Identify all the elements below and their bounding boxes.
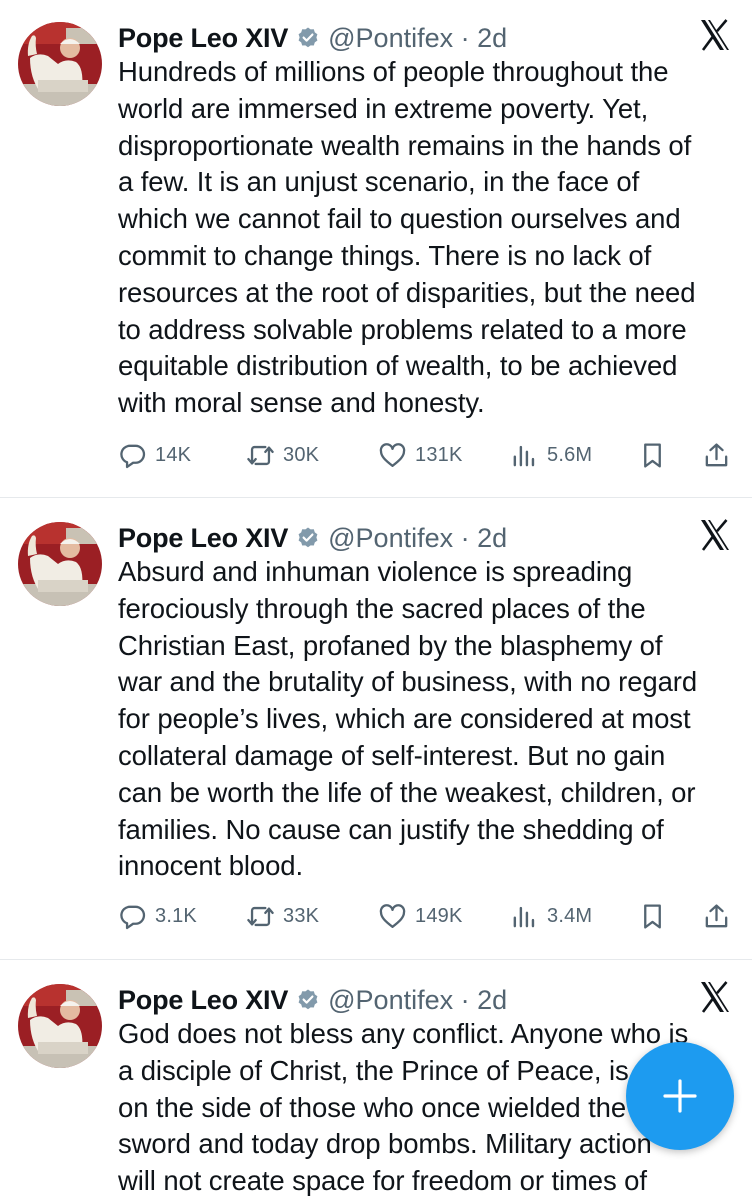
views-icon bbox=[513, 906, 535, 927]
author-name[interactable]: Pope Leo XIV bbox=[118, 23, 288, 54]
repost-icon bbox=[247, 906, 274, 926]
tweet-actions: 14K 30K 131K 5.6M bbox=[118, 437, 738, 473]
tweet-divider bbox=[0, 959, 752, 960]
repost-count: 30K bbox=[283, 443, 320, 466]
repost-button[interactable]: 30K bbox=[246, 437, 319, 473]
like-count: 149K bbox=[415, 904, 463, 927]
like-count: 131K bbox=[415, 443, 463, 466]
reply-button[interactable]: 14K bbox=[118, 437, 191, 473]
views-button[interactable]: 5.6M bbox=[510, 437, 592, 473]
repost-button[interactable]: 33K bbox=[246, 898, 319, 934]
verified-badge-icon bbox=[298, 989, 318, 1010]
heart-icon bbox=[379, 903, 406, 928]
avatar[interactable] bbox=[18, 522, 102, 606]
repost-count: 33K bbox=[283, 904, 320, 927]
author-handle[interactable]: @Pontifex · 2d bbox=[328, 523, 507, 554]
tweet[interactable]: Pope Leo XIV @Pontifex · 2d Hundreds of … bbox=[0, 0, 752, 497]
compose-button[interactable] bbox=[626, 1042, 734, 1150]
views-button[interactable]: 3.4M bbox=[510, 898, 592, 934]
tweet-header: Pope Leo XIV @Pontifex · 2d bbox=[118, 982, 507, 1018]
verified-badge-icon bbox=[298, 27, 318, 48]
verified-badge-icon bbox=[298, 527, 318, 548]
tweet[interactable]: Pope Leo XIV @Pontifex · 2d Absurd and i… bbox=[0, 500, 752, 959]
bookmark-icon bbox=[644, 442, 661, 468]
reply-count: 3.1K bbox=[155, 904, 197, 927]
like-button[interactable]: 131K bbox=[378, 437, 463, 473]
reply-button[interactable]: 3.1K bbox=[118, 898, 197, 934]
author-handle[interactable]: @Pontifex · 2d bbox=[328, 985, 507, 1016]
tweet-text: Hundreds of millions of people throughou… bbox=[118, 56, 696, 419]
reply-icon bbox=[120, 444, 146, 468]
reply-count: 14K bbox=[155, 443, 192, 466]
share-icon bbox=[705, 442, 728, 466]
share-button[interactable] bbox=[702, 437, 731, 473]
author-handle[interactable]: @Pontifex · 2d bbox=[328, 23, 507, 54]
views-icon bbox=[513, 445, 535, 466]
avatar[interactable] bbox=[18, 984, 102, 1068]
reply-icon bbox=[120, 905, 146, 929]
bookmark-icon bbox=[644, 903, 661, 929]
views-count: 3.4M bbox=[547, 904, 593, 927]
heart-icon bbox=[379, 442, 406, 467]
author-name[interactable]: Pope Leo XIV bbox=[118, 523, 288, 554]
views-count: 5.6M bbox=[547, 443, 593, 466]
bookmark-button[interactable] bbox=[638, 898, 667, 934]
repost-icon bbox=[247, 445, 274, 465]
tweet-header: Pope Leo XIV @Pontifex · 2d bbox=[118, 520, 507, 556]
plus-icon bbox=[663, 1079, 697, 1113]
tweet-text: Absurd and inhuman violence is spreading… bbox=[118, 556, 698, 882]
tweet-actions: 3.1K 33K 149K 3.4M bbox=[118, 898, 738, 934]
avatar[interactable] bbox=[18, 22, 102, 106]
share-button[interactable] bbox=[702, 898, 731, 934]
x-logo-icon bbox=[701, 19, 729, 51]
tweet-divider bbox=[0, 497, 752, 498]
share-icon bbox=[705, 903, 728, 927]
like-button[interactable]: 149K bbox=[378, 898, 463, 934]
bookmark-button[interactable] bbox=[638, 437, 667, 473]
tweet-header: Pope Leo XIV @Pontifex · 2d bbox=[118, 20, 507, 56]
x-logo-icon bbox=[701, 981, 729, 1013]
author-name[interactable]: Pope Leo XIV bbox=[118, 985, 288, 1016]
x-logo-icon bbox=[701, 519, 729, 551]
